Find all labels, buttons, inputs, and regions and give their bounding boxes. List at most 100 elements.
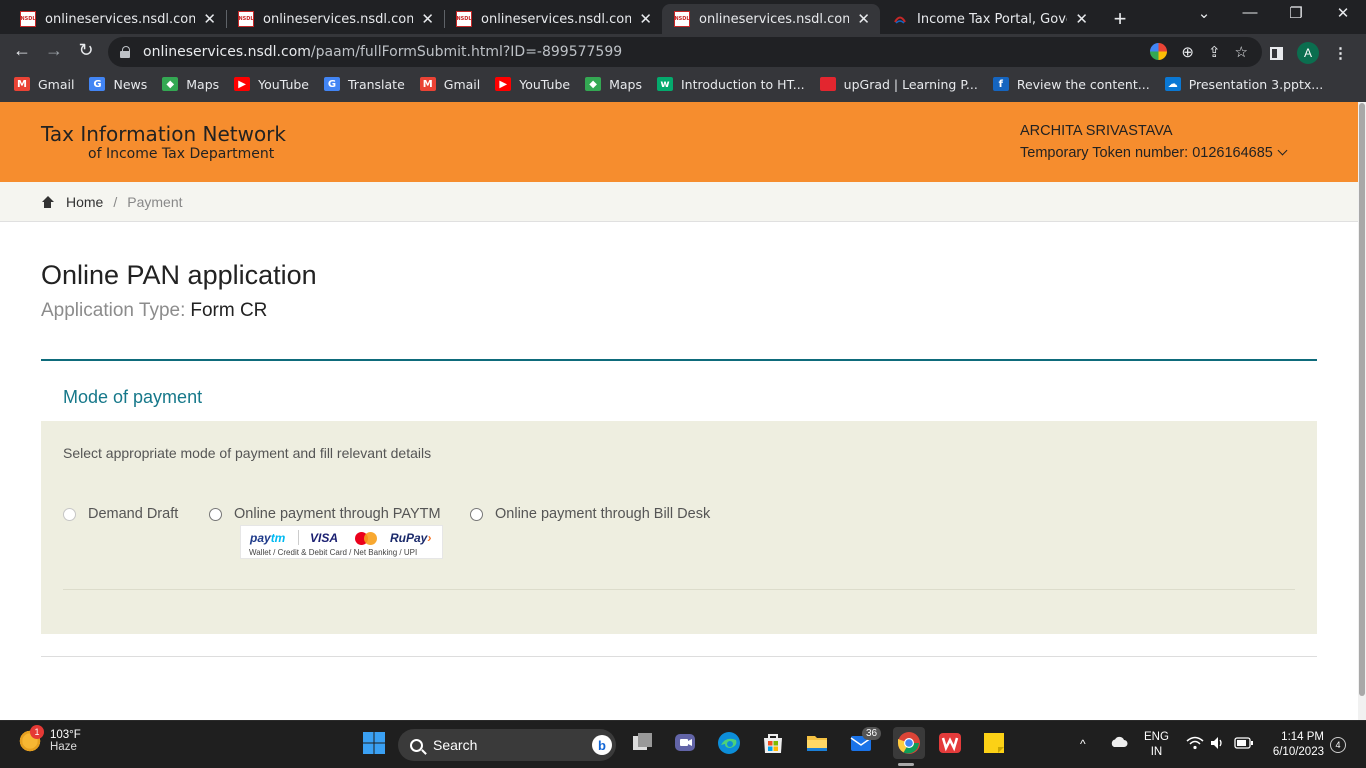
wifi-icon[interactable] xyxy=(1186,736,1204,753)
sticky-notes-icon[interactable] xyxy=(981,730,1007,756)
paytm-label[interactable]: Online payment through PAYTM xyxy=(234,506,441,522)
windows-start-icon[interactable] xyxy=(361,730,387,756)
bookmark-label: Maps xyxy=(186,76,220,92)
close-tab-icon[interactable]: ✕ xyxy=(857,10,870,28)
browser-tab-5[interactable]: Income Tax Portal, Government of India ✕ xyxy=(880,4,1098,34)
google-lens-icon[interactable] xyxy=(1150,43,1168,60)
teams-chat-icon[interactable] xyxy=(672,730,698,756)
url-text[interactable]: onlineservices.nsdl.com/paam/fullFormSub… xyxy=(143,44,622,60)
bookmark-label: Gmail xyxy=(38,76,75,92)
active-app-indicator xyxy=(898,763,914,766)
token-text: Temporary Token number: 0126164685 xyxy=(1020,145,1273,161)
demand-draft-radio[interactable] xyxy=(63,507,76,521)
new-tab-button[interactable]: + xyxy=(1110,6,1130,32)
volume-icon[interactable] xyxy=(1210,736,1226,753)
tab-title: onlineservices.nsdl.com/paam/fullFormSub… xyxy=(481,11,632,27)
taskbar-search[interactable]: Search b xyxy=(398,729,616,761)
minimize-button[interactable]: — xyxy=(1240,4,1260,21)
bookmark-item[interactable]: G Translate xyxy=(324,77,405,92)
page-title: Online PAN application xyxy=(41,260,317,290)
token-dropdown[interactable]: Temporary Token number: 0126164685 xyxy=(1020,145,1288,161)
bottom-divider xyxy=(41,656,1317,657)
menu-kebab-icon[interactable]: ⋮ xyxy=(1333,44,1348,62)
share-icon[interactable]: ⇪ xyxy=(1208,43,1221,61)
close-tab-icon[interactable]: ✕ xyxy=(203,10,216,28)
bookmark-label: Maps xyxy=(609,76,642,92)
bookmark-label: Gmail xyxy=(443,76,481,92)
edge-browser-icon[interactable] xyxy=(716,730,742,756)
side-panel-icon[interactable] xyxy=(1270,46,1283,60)
browser-tab-4-active[interactable]: NSDL onlineservices.nsdl.com/paam/fullFo… xyxy=(662,4,880,34)
application-type-value: Form CR xyxy=(190,300,268,321)
close-tab-icon[interactable]: ✕ xyxy=(639,10,652,28)
payment-option-demand-draft[interactable]: Demand Draft xyxy=(63,506,178,522)
weather-badge: 1 xyxy=(30,725,44,739)
back-button[interactable]: ← xyxy=(10,40,34,61)
close-tab-icon[interactable]: ✕ xyxy=(421,10,434,28)
billdesk-radio[interactable] xyxy=(470,507,483,521)
payment-option-paytm[interactable]: Online payment through PAYTM xyxy=(209,506,441,522)
section-divider xyxy=(41,359,1317,361)
tab-search-icon[interactable]: ⌄ xyxy=(1194,4,1214,22)
task-view-icon[interactable] xyxy=(630,730,656,756)
restore-button[interactable]: ❐ xyxy=(1286,4,1306,22)
bookmark-item[interactable]: f Review the content... xyxy=(992,77,1150,92)
bookmark-item[interactable]: M Gmail xyxy=(14,77,74,92)
tray-chevron-up-icon[interactable]: ^ xyxy=(1080,737,1086,751)
battery-icon[interactable] xyxy=(1234,737,1254,752)
billdesk-label[interactable]: Online payment through Bill Desk xyxy=(495,506,710,522)
notification-badge[interactable]: 4 xyxy=(1330,737,1346,753)
microsoft-store-icon[interactable] xyxy=(760,730,786,756)
weather-temperature: 103°F xyxy=(50,729,81,741)
onedrive-cloud-icon[interactable] xyxy=(1110,735,1128,752)
nsdl-icon: NSDL xyxy=(20,11,36,27)
bookmark-item[interactable]: M Gmail xyxy=(419,76,481,92)
income-tax-icon xyxy=(892,11,908,27)
weather-widget[interactable]: 1 103°F Haze xyxy=(18,725,81,753)
browser-tab-1[interactable]: NSDL onlineservices.nsdl.com/paam/fullFo… xyxy=(8,4,226,34)
w3schools-icon: w xyxy=(656,77,673,91)
breadcrumb-separator: / xyxy=(113,193,118,210)
payment-option-billdesk[interactable]: Online payment through Bill Desk xyxy=(470,506,710,522)
breadcrumb-current: Payment xyxy=(127,193,183,210)
bookmark-item[interactable]: ▶ YouTube xyxy=(234,77,309,92)
close-tab-icon[interactable]: ✕ xyxy=(1075,10,1088,28)
user-name: ARCHITA SRIVASTAVA xyxy=(1020,123,1173,139)
bookmark-item[interactable]: w Introduction to HT... xyxy=(656,77,805,92)
breadcrumb: Home / Payment xyxy=(0,182,1358,222)
paytm-radio[interactable] xyxy=(209,507,222,521)
reload-button[interactable]: ↻ xyxy=(74,40,98,61)
home-icon[interactable] xyxy=(41,195,54,208)
site-logo-title[interactable]: Tax Information Network xyxy=(41,122,286,146)
close-window-button[interactable]: ✕ xyxy=(1333,4,1353,22)
browser-tab-2[interactable]: NSDL onlineservices.nsdl.com/paam/fullFo… xyxy=(226,4,444,34)
address-bar[interactable]: onlineservices.nsdl.com/paam/fullFormSub… xyxy=(108,37,1262,67)
bookmark-item[interactable]: ◆ Maps xyxy=(585,77,642,92)
language-indicator[interactable]: ENG IN xyxy=(1144,730,1169,760)
forward-button[interactable]: → xyxy=(42,40,66,61)
bookmark-label: News xyxy=(113,76,148,92)
page-scrollbar-thumb[interactable] xyxy=(1359,103,1365,696)
bing-icon[interactable]: b xyxy=(592,735,612,755)
site-logo-subtitle[interactable]: of Income Tax Department xyxy=(88,146,274,162)
breadcrumb-home-link[interactable]: Home xyxy=(66,194,103,210)
bookmark-item[interactable]: G News xyxy=(89,77,147,92)
wps-office-icon[interactable] xyxy=(937,730,963,756)
demand-draft-label[interactable]: Demand Draft xyxy=(88,506,178,522)
bookmark-star-icon[interactable]: ☆ xyxy=(1235,43,1248,61)
system-clock[interactable]: 1:14 PM 6/10/2023 xyxy=(1264,730,1324,760)
bookmark-item[interactable]: ◆ Maps xyxy=(162,77,219,92)
profile-avatar[interactable]: A xyxy=(1297,42,1319,64)
bookmark-label: Translate xyxy=(348,76,405,92)
mastercard-logo xyxy=(355,532,377,545)
file-explorer-icon[interactable] xyxy=(804,730,830,756)
zoom-icon[interactable]: ⊕ xyxy=(1181,43,1194,61)
bookmark-item[interactable]: ☁ Presentation 3.pptx... xyxy=(1164,77,1323,92)
bookmark-item[interactable]: upGrad | Learning P... xyxy=(819,77,978,92)
chrome-taskbar-icon[interactable] xyxy=(893,727,925,759)
bookmark-item[interactable]: ▶ YouTube xyxy=(495,77,570,92)
lock-icon[interactable] xyxy=(120,46,130,58)
payment-methods-caption: Wallet / Credit & Debit Card / Net Banki… xyxy=(249,548,418,557)
browser-tab-3[interactable]: NSDL onlineservices.nsdl.com/paam/fullFo… xyxy=(444,4,662,34)
sun-icon: 1 xyxy=(18,725,44,753)
